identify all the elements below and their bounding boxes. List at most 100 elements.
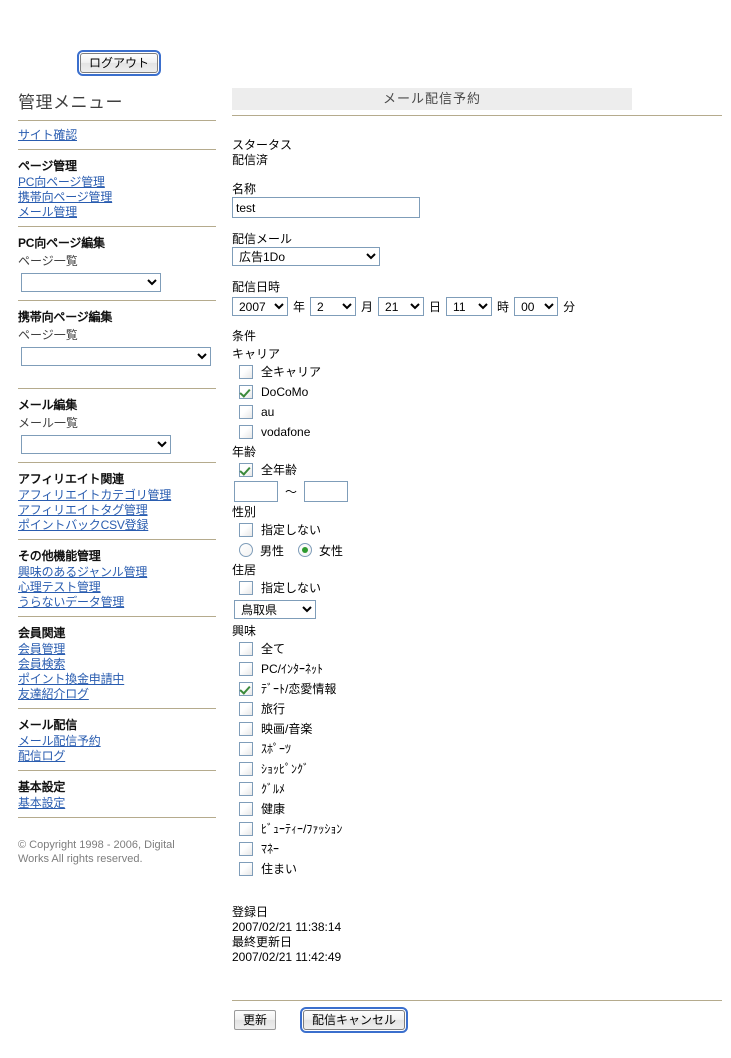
sidebar-item-mail-management[interactable]: メール管理 [18, 205, 218, 220]
sidebar-item-site-check[interactable]: サイト確認 [18, 128, 218, 143]
sidebar-item-member-search[interactable]: 会員検索 [18, 657, 218, 672]
sidebar-item-delivery-log[interactable]: 配信ログ [18, 749, 218, 764]
checkbox-icon[interactable] [239, 425, 253, 439]
delivery-datetime-label: 配信日時 [232, 280, 281, 294]
interest-option-dating[interactable]: ﾃﾞｰﾄ/恋愛情報 [239, 679, 722, 699]
sidebar-item-referral-log[interactable]: 友達紹介ログ [18, 687, 218, 702]
year-select[interactable]: 2007 [232, 297, 288, 316]
footer-divider [232, 1000, 722, 1001]
sidebar-item-affiliate-category-management[interactable]: アフィリエイトカテゴリ管理 [18, 488, 218, 503]
interest-option-movie-music[interactable]: 映画/音楽 [239, 719, 722, 739]
interest-option-beauty-fashion[interactable]: ﾋﾞｭｰﾃｨｰ/ﾌｧｯｼｮﾝ [239, 819, 722, 839]
month-select[interactable]: 2 [310, 297, 357, 316]
interest-option-money[interactable]: ﾏﾈｰ [239, 839, 722, 859]
sidebar: 管理メニュー サイト確認 ページ管理 PC向ページ管理 携帯向ページ管理 メール… [18, 88, 218, 866]
interest-option-travel[interactable]: 旅行 [239, 699, 722, 719]
checkbox-icon[interactable] [239, 862, 253, 876]
checkbox-icon[interactable] [239, 842, 253, 856]
checkbox-icon[interactable] [239, 523, 253, 537]
checkbox-icon[interactable] [239, 782, 253, 796]
carrier-option-docomo[interactable]: DoCoMo [239, 382, 722, 402]
carrier-option-all[interactable]: 全キャリア [239, 362, 722, 382]
minute-unit-label: 分 [563, 300, 576, 314]
sidebar-item-member-management[interactable]: 会員管理 [18, 642, 218, 657]
radio-male-icon[interactable] [239, 543, 253, 557]
sidebar-heading-mail-edit: メール編集 [18, 398, 78, 412]
status-label: スタータス [232, 138, 293, 152]
sidebar-heading-page-management: ページ管理 [18, 159, 77, 173]
gender-male-label: 男性 [260, 543, 285, 558]
cancel-delivery-button[interactable]: 配信キャンセル [300, 1007, 409, 1033]
sidebar-item-pointback-csv-register[interactable]: ポイントバックCSV登録 [18, 518, 218, 533]
checkbox-icon[interactable] [239, 642, 253, 656]
sidebar-select-mobile-page-list[interactable] [21, 347, 211, 366]
logout-button[interactable]: ログアウト [76, 50, 162, 76]
sidebar-item-basic-settings[interactable]: 基本設定 [18, 796, 218, 811]
interest-option-housing[interactable]: 住まい [239, 859, 722, 879]
checkbox-icon[interactable] [239, 762, 253, 776]
checkbox-icon[interactable] [239, 822, 253, 836]
main-content: メール配信予約 スタータス 配信済 名称 配信メール 広告1Do 配信日時 20… [232, 88, 722, 965]
checkbox-icon[interactable] [239, 581, 253, 595]
age-from-input[interactable] [234, 481, 278, 502]
sidebar-label-mail-list: メール一覧 [18, 416, 79, 430]
interest-option-health[interactable]: 健康 [239, 799, 722, 819]
sidebar-label-mobile-page-list: ページ一覧 [18, 328, 78, 342]
name-input[interactable] [232, 197, 420, 218]
checkbox-icon[interactable] [239, 722, 253, 736]
copyright-text: © Copyright 1998 - 2006, Digital Works A… [18, 839, 175, 865]
minute-select[interactable]: 00 [514, 297, 559, 316]
sidebar-item-point-exchange-requests[interactable]: ポイント換金申請中 [18, 672, 218, 687]
residence-option-unspecified[interactable]: 指定しない [239, 578, 722, 598]
delivery-mail-label: 配信メール [232, 232, 293, 246]
age-label: 年齢 [232, 445, 257, 459]
sidebar-heading-members: 会員関連 [18, 626, 66, 640]
sidebar-item-genre-management[interactable]: 興味のあるジャンル管理 [18, 565, 218, 580]
divider [18, 539, 216, 540]
interest-option-shopping[interactable]: ｼｮｯﾋﾟﾝｸﾞ [239, 759, 722, 779]
checkbox-checked-icon[interactable] [239, 682, 253, 696]
sidebar-item-affiliate-tag-management[interactable]: アフィリエイトタグ管理 [18, 503, 218, 518]
sidebar-item-psych-test-management[interactable]: 心理テスト管理 [18, 580, 218, 595]
checkbox-icon[interactable] [239, 405, 253, 419]
sidebar-item-mobile-page-management[interactable]: 携帯向ページ管理 [18, 190, 218, 205]
sidebar-item-mail-delivery-reservation[interactable]: メール配信予約 [18, 734, 218, 749]
hour-unit-label: 時 [497, 300, 510, 314]
prefecture-select[interactable]: 鳥取県 [234, 600, 316, 619]
delivery-mail-select[interactable]: 広告1Do [232, 247, 380, 266]
sidebar-title: 管理メニュー [18, 93, 123, 112]
carrier-option-vodafone[interactable]: vodafone [239, 422, 722, 442]
checkbox-icon[interactable] [239, 702, 253, 716]
gender-female-label: 女性 [319, 543, 344, 558]
radio-female-selected-icon[interactable] [298, 543, 313, 557]
checkbox-icon[interactable] [239, 365, 253, 379]
carrier-option-au[interactable]: au [239, 402, 722, 422]
checkbox-icon[interactable] [239, 662, 253, 676]
checkbox-icon[interactable] [239, 742, 253, 756]
interest-option-pc-internet[interactable]: PC/ｲﾝﾀｰﾈｯﾄ [239, 659, 722, 679]
day-select[interactable]: 21 [378, 297, 425, 316]
divider [18, 120, 216, 121]
interest-option-all[interactable]: 全て [239, 639, 722, 659]
sidebar-item-fortune-data-management[interactable]: うらないデータ管理 [18, 595, 218, 610]
divider [18, 817, 216, 818]
sidebar-heading-pc-page-edit: PC向ページ編集 [18, 236, 105, 250]
sidebar-select-pc-page-list[interactable] [21, 273, 161, 292]
age-to-input[interactable] [304, 481, 349, 502]
update-button[interactable]: 更新 [234, 1010, 277, 1030]
name-label: 名称 [232, 182, 257, 196]
checkbox-checked-icon[interactable] [239, 463, 253, 477]
sidebar-select-mail-list[interactable] [21, 435, 171, 454]
interest-option-gourmet[interactable]: ｸﾞﾙﾒ [239, 779, 722, 799]
divider [18, 462, 216, 463]
interest-option-sports[interactable]: ｽﾎﾟｰﾂ [239, 739, 722, 759]
checkbox-icon[interactable] [239, 802, 253, 816]
gender-option-unspecified[interactable]: 指定しない [239, 520, 722, 540]
sidebar-item-pc-page-management[interactable]: PC向ページ管理 [18, 175, 218, 190]
gender-radio-row: 男性 女性 [239, 540, 722, 560]
hour-select[interactable]: 11 [446, 297, 493, 316]
updated-date-value: 2007/02/21 11:42:49 [232, 950, 342, 964]
sidebar-heading-basic-settings: 基本設定 [18, 780, 66, 794]
checkbox-checked-icon[interactable] [239, 385, 253, 399]
age-option-all[interactable]: 全年齢 [239, 460, 722, 480]
